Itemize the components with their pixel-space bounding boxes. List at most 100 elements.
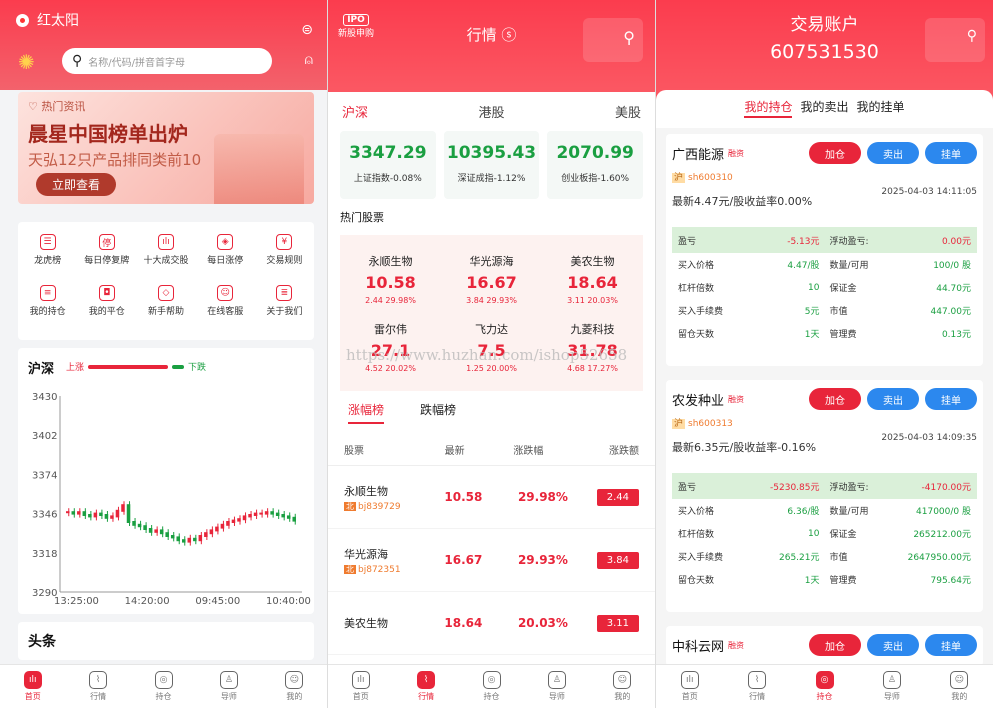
position-tab[interactable]: 我的挂单	[857, 98, 905, 128]
latest-price: 18.64	[444, 616, 483, 630]
field-value: -5.13元	[787, 236, 820, 247]
feature-item[interactable]: ≡ 我的持仓	[18, 281, 77, 332]
feature-item[interactable]: ¥ 交易规则	[255, 230, 314, 281]
add-button[interactable]: 加仓	[809, 142, 861, 164]
index-card[interactable]: 2070.99 创业板指-1.60%	[547, 131, 644, 199]
sell-button[interactable]: 卖出	[867, 388, 919, 410]
add-button[interactable]: 加仓	[809, 634, 861, 656]
sun-icon: ✺	[18, 50, 35, 74]
hot-stock-name: 飞力达	[475, 323, 508, 336]
sell-button[interactable]: 卖出	[867, 634, 919, 656]
feature-label: 龙虎榜	[34, 256, 62, 266]
position-row: 盈亏 -5230.85元 浮动盈亏: -4170.00元	[672, 473, 977, 499]
rank-tab[interactable]: 涨幅榜	[348, 401, 385, 424]
position-table: 盈亏 -5230.85元 浮动盈亏: -4170.00元 买入价格 6.36/股 数量/可用…	[672, 473, 977, 591]
market-tabs: 沪深 港股 美股	[328, 92, 655, 131]
nav-label: 首页	[681, 692, 698, 701]
nav-item-4[interactable]: ☺ 我的	[262, 665, 327, 708]
hot-stock[interactable]: 华光源海 16.67 3.84 29.93%	[441, 245, 542, 313]
feature-item[interactable]: ◘ 我的平仓	[77, 281, 136, 332]
table-row[interactable]: 永顺生物北 bj839729 10.58 29.98% 2.44	[328, 466, 655, 529]
table-row[interactable]: 美农生物 18.64 20.03% 3.11	[328, 592, 655, 655]
candle	[237, 518, 241, 522]
news-banner[interactable]: ♡ 热门资讯 晨星中国榜单出炉 天弘12只产品排同类前10 立即查看	[18, 92, 314, 204]
stock-name: 广西能源	[672, 147, 725, 163]
feature-label: 新手帮助	[147, 307, 184, 317]
nav-item-0[interactable]: ılı 首页	[328, 665, 393, 708]
feature-item[interactable]: ◇ 新手帮助	[136, 281, 195, 332]
order-button[interactable]: 挂单	[925, 388, 977, 410]
search-icon[interactable]: ⚲	[925, 18, 985, 62]
field-label: 买入手续费	[678, 307, 724, 317]
field-value: 6.36/股	[787, 507, 820, 517]
nav-item-1[interactable]: ⌇ 行情	[393, 665, 458, 708]
search-icon[interactable]: ⚲	[583, 18, 643, 62]
nav-icon: ◎	[815, 671, 834, 689]
nav-item-4[interactable]: ☺ 我的	[590, 665, 655, 708]
sell-button[interactable]: 卖出	[867, 142, 919, 164]
candle	[71, 511, 76, 515]
nav-item-3[interactable]: ♙ 导师	[524, 665, 589, 708]
table-row[interactable]: 华光源海北 bj872351 16.67 29.93% 3.84	[328, 529, 655, 592]
bell-icon[interactable]: ⍝	[305, 52, 313, 68]
position-row: 留仓天数 1天 管理费 0.13元	[672, 322, 977, 345]
nav-item-3[interactable]: ♙ 导师	[858, 665, 925, 708]
nav-icon: ılı	[680, 671, 699, 689]
rank-tab[interactable]: 跌幅榜	[420, 401, 456, 424]
market-tab[interactable]: 美股	[615, 102, 641, 121]
nav-item-2[interactable]: ◎ 持仓	[131, 665, 196, 708]
candle	[270, 511, 274, 515]
market-tab[interactable]: 港股	[478, 102, 504, 121]
index-label: 创业板指-1.60%	[561, 174, 630, 184]
feature-item[interactable]: 停每日停复牌	[77, 230, 136, 281]
feature-item[interactable]: ılı 十大成交股	[136, 230, 195, 281]
field-label: 杠杆倍数	[678, 530, 715, 540]
order-button[interactable]: 挂单	[925, 634, 977, 656]
order-button[interactable]: 挂单	[925, 142, 977, 164]
view-now-button[interactable]: 立即查看	[36, 173, 117, 196]
index-card[interactable]: 3347.29 上证指数-0.08%	[340, 131, 436, 199]
search-input[interactable]: ⚲ 名称/代码/拼音首字母	[62, 48, 272, 74]
nav-item-3[interactable]: ♙ 导师	[196, 665, 261, 708]
hot-stocks-title: 热门股票	[340, 211, 384, 224]
nav-item-0[interactable]: ılı 首页	[656, 665, 723, 708]
change-amount: 3.11	[596, 614, 639, 632]
market-tab[interactable]: 沪深	[342, 102, 368, 121]
nav-item-2[interactable]: ◎ 持仓	[791, 665, 858, 708]
add-button[interactable]: 加仓	[809, 388, 861, 410]
index-cards: 3347.29 上证指数-0.08% 10395.43 深证成指-1.12% 2070.…	[328, 131, 655, 199]
feature-item[interactable]: ☺ 在线客服	[196, 281, 255, 332]
feature-item[interactable]: ◈ 每日涨停	[196, 230, 255, 281]
hot-stock[interactable]: 美农生物 18.64 3.11 20.03%	[542, 245, 643, 313]
position-tab[interactable]: 我的持仓	[744, 98, 793, 118]
nav-item-4[interactable]: ☺ 我的	[926, 665, 993, 708]
search-icon: ⚲	[72, 53, 83, 69]
latest-price: 16.67	[444, 553, 483, 567]
position-tab[interactable]: 我的卖出	[800, 98, 848, 128]
nav-item-2[interactable]: ◎ 持仓	[459, 665, 524, 708]
candle	[66, 511, 70, 514]
hot-stock[interactable]: 永顺生物 10.58 2.44 29.98%	[340, 245, 441, 313]
candle	[143, 525, 147, 530]
nav-item-1[interactable]: ⌇ 行情	[65, 665, 130, 708]
index-card[interactable]: 10395.43 深证成指-1.12%	[443, 131, 540, 199]
candle	[248, 514, 252, 518]
card-header: 中科云网 融资 加仓 卖出 挂单	[672, 634, 977, 656]
hot-stocks-grid: 永顺生物 10.58 2.44 29.98% 华光源海 16.67 3.84 29.93%…	[340, 235, 643, 391]
feature-item[interactable]: ☰ 龙虎榜	[18, 230, 77, 281]
x-tick-label: 09:45:00	[195, 596, 240, 607]
feature-icon: ¥	[276, 234, 293, 250]
nav-item-1[interactable]: ⌇ 行情	[723, 665, 790, 708]
column-header: 涨跌额	[609, 446, 639, 457]
timestamp: 2025-04-03 14:11:05	[881, 187, 977, 197]
stock-code: 北 bj872351	[344, 564, 401, 575]
message-icon[interactable]: ⊜	[301, 22, 313, 38]
position-row: 杠杆倍数 10 保证金 44.70元	[672, 276, 977, 299]
account-screen: 交易账户 607531530 ⚲ 我的持仓 我的卖出 我的挂单 广西能源 融资 加仓 卖出…	[656, 0, 993, 708]
field-value: 44.70元	[936, 284, 971, 294]
nav-item-0[interactable]: ılı 首页	[0, 665, 65, 708]
candle	[126, 504, 131, 523]
nav-label: 首页	[352, 692, 369, 701]
nav-label: 我的	[614, 692, 631, 701]
feature-item[interactable]: ≣ 关于我们	[255, 281, 314, 332]
